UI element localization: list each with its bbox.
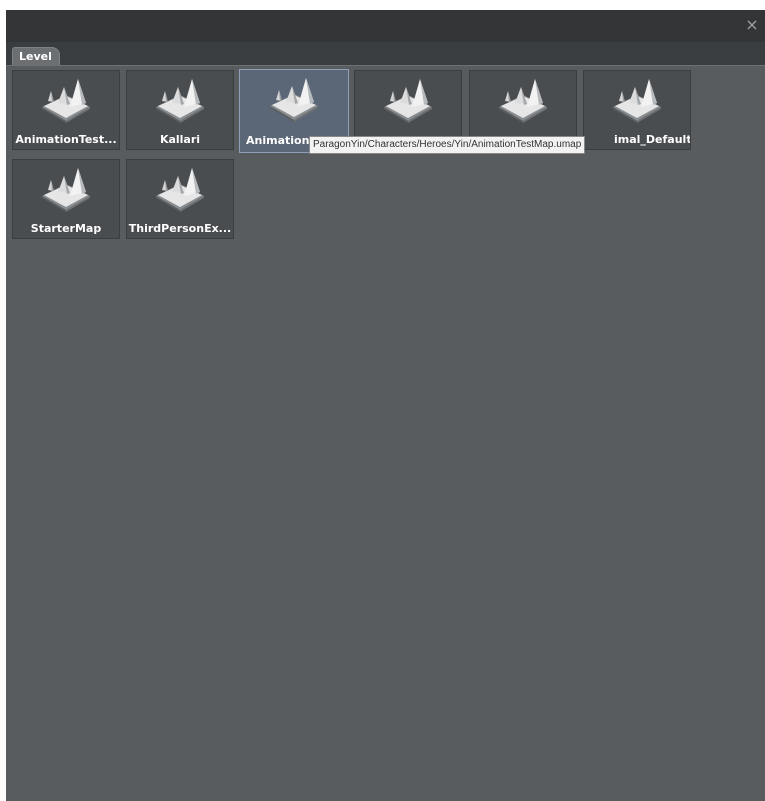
path-tooltip: ParagonYin/Characters/Heroes/Yin/Animati… — [309, 136, 586, 154]
level-map-icon — [268, 76, 320, 122]
close-icon[interactable]: × — [743, 16, 761, 34]
level-tile-label: StarterMap — [30, 222, 102, 235]
level-tile[interactable]: StarterMap — [12, 159, 120, 239]
level-map-icon — [40, 77, 92, 123]
level-map-icon — [154, 77, 206, 123]
tab-level[interactable]: Level — [12, 47, 60, 65]
level-map-icon — [154, 166, 206, 212]
level-map-icon — [611, 77, 663, 123]
level-map-icon — [382, 77, 434, 123]
level-tile-label: imal_Default — [614, 133, 690, 146]
level-tile[interactable]: imal_Default — [583, 70, 691, 150]
level-tile[interactable]: ThirdPersonEx... — [126, 159, 234, 239]
level-tile-label: Kallari — [159, 133, 201, 146]
level-tile-label: AnimationTest... — [15, 133, 117, 146]
title-bar: × — [6, 10, 765, 42]
level-map-icon — [40, 166, 92, 212]
level-tile[interactable]: Kallari — [126, 70, 234, 150]
tab-strip: Level — [6, 42, 765, 66]
level-map-icon — [497, 77, 549, 123]
level-tile-label: ThirdPersonEx... — [128, 222, 232, 235]
level-tile[interactable]: AnimationTest... — [12, 70, 120, 150]
level-browser-window: × Level AnimationTest... Kallari Animati… — [6, 10, 765, 801]
